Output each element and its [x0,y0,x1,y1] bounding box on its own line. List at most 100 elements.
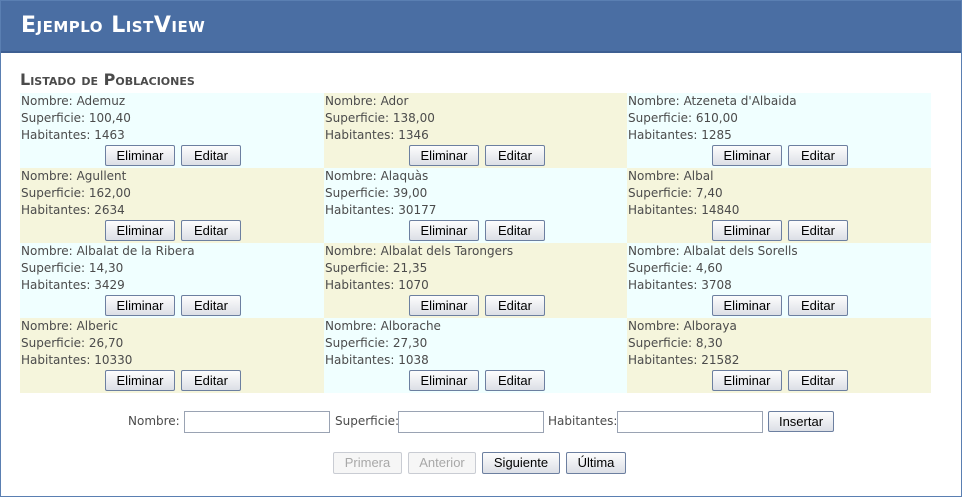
habitantes-line: Habitantes: 21582 [628,352,931,369]
nombre-line: Nombre: Albalat de la Ribera [21,243,324,260]
habitantes-value: 1285 [701,128,732,142]
editar-button[interactable]: Editar [485,295,545,316]
eliminar-button[interactable]: Eliminar [105,145,175,166]
editar-button[interactable]: Editar [181,370,241,391]
eliminar-button[interactable]: Eliminar [712,295,782,316]
list-item: Nombre: Alberic Superficie: 26,70 Habita… [20,318,324,393]
habitantes-line: Habitantes: 2634 [21,202,324,219]
habitantes-line: Habitantes: 1463 [21,127,324,144]
nombre-value: Albalat de la Ribera [76,244,195,258]
nombre-line: Nombre: Alborache [325,318,627,335]
nombre-label: Nombre: [21,244,73,258]
eliminar-button[interactable]: Eliminar [409,370,479,391]
eliminar-button[interactable]: Eliminar [409,145,479,166]
superficie-value: 610,00 [695,111,738,125]
page-title: Ejemplo ListView [21,13,206,38]
editar-button[interactable]: Editar [181,220,241,241]
next-page-button[interactable]: Siguiente [482,452,560,474]
nombre-value: Alborache [380,319,441,333]
nombre-line: Nombre: Alboraya [628,318,931,335]
nombre-value: Atzeneta d'Albaida [683,94,797,108]
eliminar-button[interactable]: Eliminar [712,370,782,391]
nombre-label: Nombre: [325,319,377,333]
eliminar-button[interactable]: Eliminar [712,220,782,241]
editar-button[interactable]: Editar [788,145,848,166]
nombre-field-label: Nombre: [128,414,180,428]
habitantes-input[interactable] [617,411,763,433]
insert-form: Nombre: Superficie: Habitantes: Insertar [0,411,962,433]
nombre-label: Nombre: [628,319,680,333]
listview-grid: Nombre: Ademuz Superficie: 100,40 Habita… [20,93,931,393]
habitantes-value: 3708 [701,278,732,292]
superficie-label: Superficie: [628,336,693,350]
habitantes-label: Habitantes: [628,128,698,142]
nombre-value: Ademuz [76,94,126,108]
superficie-value: 39,00 [392,186,428,200]
eliminar-button[interactable]: Eliminar [105,370,175,391]
superficie-value: 8,30 [695,336,723,350]
list-item: Nombre: Alborache Superficie: 27,30 Habi… [324,318,627,393]
eliminar-button[interactable]: Eliminar [712,145,782,166]
list-item: Nombre: Albalat dels Sorells Superficie:… [627,243,931,318]
superficie-line: Superficie: 26,70 [21,335,324,352]
editar-button[interactable]: Editar [788,220,848,241]
first-page-button[interactable]: Primera [333,452,402,474]
nombre-label: Nombre: [628,169,680,183]
nombre-label: Nombre: [21,169,73,183]
eliminar-button[interactable]: Eliminar [105,220,175,241]
superficie-line: Superficie: 162,00 [21,185,324,202]
nombre-label: Nombre: [628,94,680,108]
editar-button[interactable]: Editar [181,295,241,316]
superficie-label: Superficie: [325,186,390,200]
nombre-line: Nombre: Atzeneta d'Albaida [628,93,931,110]
nombre-label: Nombre: [325,244,377,258]
nombre-value: Albalat dels Sorells [683,244,798,258]
superficie-input[interactable] [398,411,544,433]
nombre-line: Nombre: Albalat dels Tarongers [325,243,627,260]
nombre-value: Albal [683,169,714,183]
superficie-label: Superficie: [21,336,86,350]
habitantes-line: Habitantes: 1285 [628,127,931,144]
list-item: Nombre: Ademuz Superficie: 100,40 Habita… [20,93,324,168]
last-page-button[interactable]: Última [566,452,626,474]
habitantes-line: Habitantes: 10330 [21,352,324,369]
eliminar-button[interactable]: Eliminar [409,220,479,241]
superficie-line: Superficie: 138,00 [325,110,627,127]
editar-button[interactable]: Editar [788,295,848,316]
editar-button[interactable]: Editar [181,145,241,166]
habitantes-label: Habitantes: [21,353,91,367]
nombre-value: Agullent [76,169,127,183]
habitantes-line: Habitantes: 3429 [21,277,324,294]
editar-button[interactable]: Editar [485,370,545,391]
section-title: Listado de Poblaciones [20,70,195,89]
habitantes-value: 1070 [398,278,429,292]
list-item: Nombre: Alboraya Superficie: 8,30 Habita… [627,318,931,393]
habitantes-value: 21582 [701,353,740,367]
eliminar-button[interactable]: Eliminar [105,295,175,316]
nombre-input[interactable] [184,411,330,433]
nombre-label: Nombre: [628,244,680,258]
nombre-line: Nombre: Ademuz [21,93,324,110]
editar-button[interactable]: Editar [485,145,545,166]
list-item: Nombre: Alaquàs Superficie: 39,00 Habita… [324,168,627,243]
habitantes-value: 1038 [398,353,429,367]
editar-button[interactable]: Editar [788,370,848,391]
eliminar-button[interactable]: Eliminar [409,295,479,316]
previous-page-button[interactable]: Anterior [408,452,476,474]
habitantes-line: Habitantes: 1346 [325,127,627,144]
superficie-label: Superficie: [628,186,693,200]
superficie-value: 7,40 [695,186,723,200]
nombre-value: Ador [380,94,409,108]
list-item: Nombre: Albalat dels Tarongers Superfici… [324,243,627,318]
superficie-line: Superficie: 610,00 [628,110,931,127]
editar-button[interactable]: Editar [485,220,545,241]
nombre-value: Alberic [76,319,118,333]
list-item: Nombre: Atzeneta d'Albaida Superficie: 6… [627,93,931,168]
habitantes-line: Habitantes: 3708 [628,277,931,294]
habitantes-line: Habitantes: 14840 [628,202,931,219]
insertar-button[interactable]: Insertar [768,411,834,432]
page-header: Ejemplo ListView [1,1,961,53]
superficie-line: Superficie: 100,40 [21,110,324,127]
nombre-value: Alboraya [683,319,737,333]
superficie-line: Superficie: 21,35 [325,260,627,277]
